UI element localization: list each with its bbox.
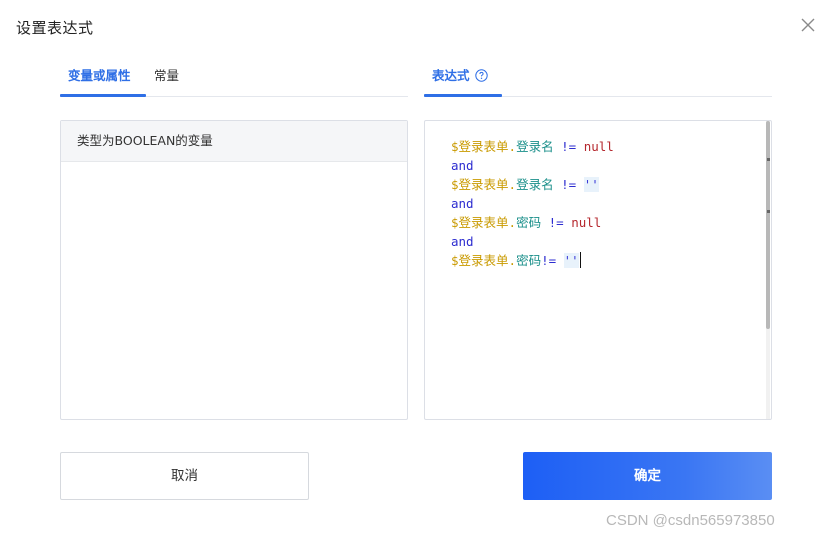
tab-constants[interactable]: 常量	[154, 65, 179, 84]
code-token: .	[508, 253, 517, 268]
code-token: .	[508, 139, 517, 154]
code-token: $登录表单	[451, 139, 509, 154]
code-token: $登录表单	[451, 253, 509, 268]
code-line: $登录表单.密码 != null	[451, 213, 614, 232]
code-token: and	[451, 158, 474, 173]
code-token: ''	[563, 253, 579, 268]
code-token: !=	[553, 177, 584, 192]
code-token: and	[451, 234, 474, 249]
code-line: $登录表单.登录名 != null	[451, 137, 614, 156]
tab-expression-label: 表达式	[432, 68, 470, 83]
code-token: !=	[553, 139, 584, 154]
code-token: !=	[541, 215, 572, 230]
editor-scrollbar[interactable]	[766, 121, 770, 419]
code-line: and	[451, 156, 614, 175]
expression-dialog: 设置表达式 变量或属性 常量 表达式 类型为BOOLEAN的变量 $登录表单.登…	[0, 0, 829, 539]
tab-active-indicator	[60, 94, 146, 97]
tab-active-indicator	[424, 94, 502, 97]
code-token: 密码	[516, 215, 542, 230]
code-token: null	[571, 215, 602, 230]
code-token: 登录名	[516, 139, 554, 154]
variables-panel-header: 类型为BOOLEAN的变量	[61, 121, 407, 162]
left-tabs: 变量或属性 常量	[60, 58, 408, 97]
code-token: and	[451, 196, 474, 211]
code-line: and	[451, 232, 614, 251]
tab-expression[interactable]: 表达式	[432, 65, 488, 84]
code-token: 密码	[516, 253, 542, 268]
text-cursor	[579, 252, 582, 268]
close-icon[interactable]	[799, 16, 817, 34]
expression-editor[interactable]: $登录表单.登录名 != null and $登录表单.登录名 != '' and $登…	[424, 120, 772, 420]
variables-list[interactable]	[61, 162, 407, 418]
help-circle-icon[interactable]	[474, 69, 488, 82]
code-token: null	[583, 139, 614, 154]
code-token: ''	[583, 177, 599, 192]
right-tabs: 表达式	[424, 58, 772, 97]
code-token: $登录表单	[451, 177, 509, 192]
watermark: CSDN @csdn565973850	[606, 512, 775, 529]
scroll-marker	[767, 210, 770, 213]
code-token: .	[508, 215, 517, 230]
scroll-marker	[767, 158, 770, 161]
code-line: and	[451, 194, 614, 213]
code-token: 登录名	[516, 177, 554, 192]
code-line: $登录表单.登录名 != ''	[451, 175, 614, 194]
cancel-button[interactable]: 取消	[60, 452, 309, 500]
expression-code[interactable]: $登录表单.登录名 != null and $登录表单.登录名 != '' and $登…	[451, 137, 614, 270]
confirm-button[interactable]: 确定	[523, 452, 772, 500]
tab-variables-attributes[interactable]: 变量或属性	[68, 65, 131, 84]
code-token: .	[508, 177, 517, 192]
code-line: $登录表单.密码!= ''	[451, 251, 614, 270]
code-token: !=	[541, 253, 564, 268]
dialog-title: 设置表达式	[16, 19, 94, 37]
editor-scrollbar-thumb[interactable]	[766, 121, 770, 329]
variables-panel: 类型为BOOLEAN的变量	[60, 120, 408, 420]
code-token: $登录表单	[451, 215, 509, 230]
